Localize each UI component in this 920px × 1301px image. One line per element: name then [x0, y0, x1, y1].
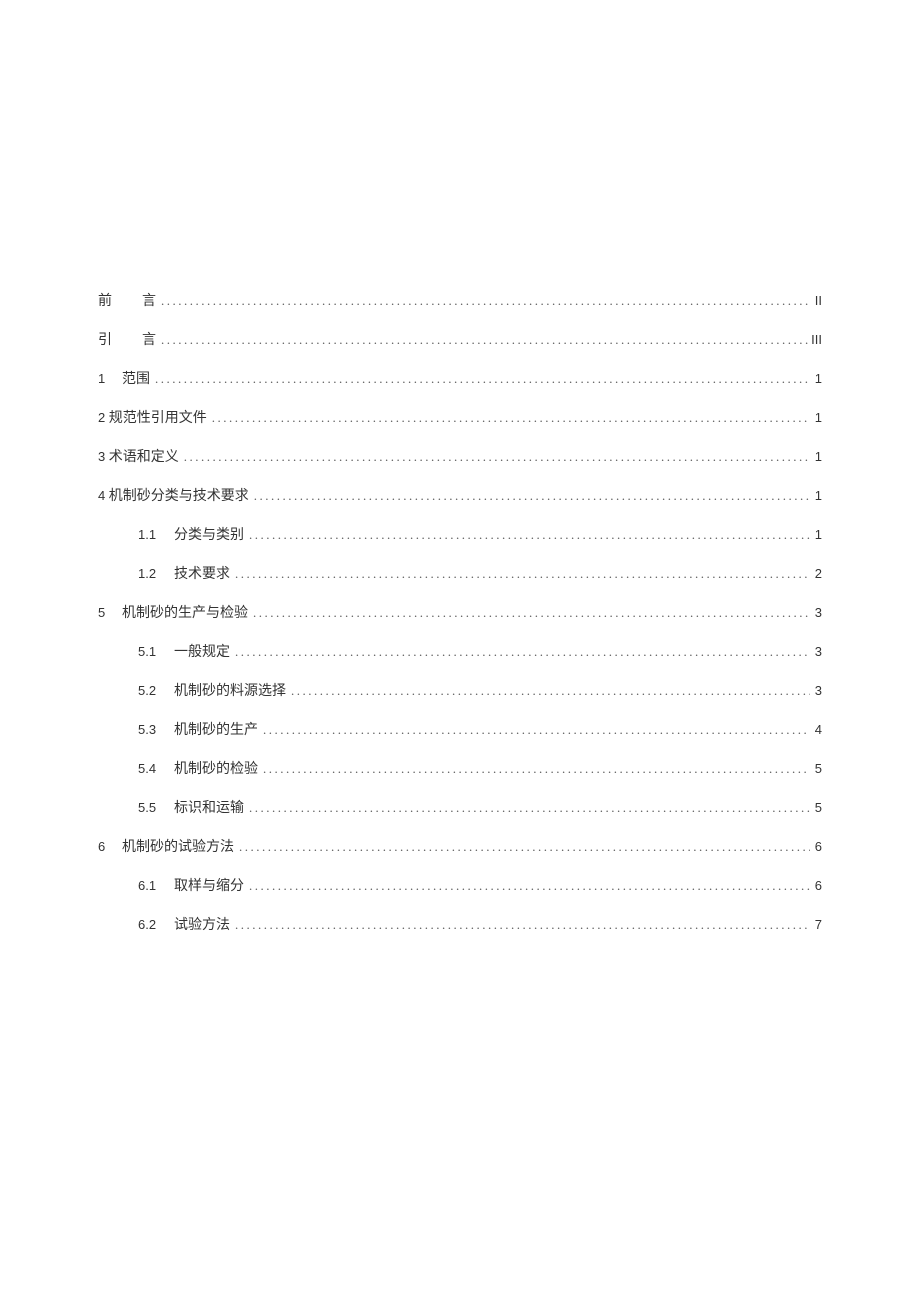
- toc-entry-title: 3 术语和定义: [98, 446, 179, 466]
- toc-leader-dots: [286, 683, 810, 699]
- toc-leader-dots: [150, 371, 810, 387]
- toc-entry-num: 5.3: [138, 722, 174, 737]
- toc-page-num: 1: [810, 410, 822, 425]
- toc-leader-dots: [258, 722, 810, 738]
- toc-entry-title-text: 机制砂分类与技术要求: [109, 489, 249, 504]
- toc-page-num: 3: [810, 644, 822, 659]
- toc-page-num: II: [810, 293, 822, 308]
- toc-leader-dots: [249, 488, 810, 504]
- toc-page-num: 1: [810, 449, 822, 464]
- toc-entry-num: 5.4: [138, 761, 174, 776]
- toc-entry-num: 5.2: [138, 683, 174, 698]
- toc-entry: 5 机制砂的生产与检验 3: [98, 602, 822, 622]
- toc-entry: 6.1 取样与缩分 6: [98, 875, 822, 895]
- toc-leader-dots: [244, 527, 810, 543]
- toc-entry-num: 5: [98, 605, 122, 620]
- toc-entry-title: 言: [142, 329, 156, 349]
- toc-page-num: 1: [810, 371, 822, 386]
- toc-entry: 4 机制砂分类与技术要求 1: [98, 485, 822, 505]
- toc-entry: 5.3 机制砂的生产 4: [98, 719, 822, 739]
- toc-leader-dots: [207, 410, 810, 426]
- toc-entry-title: 4 机制砂分类与技术要求: [98, 485, 249, 505]
- toc-entry-title: 2 规范性引用文件: [98, 407, 207, 427]
- toc-entry-title: 范围: [122, 368, 150, 388]
- toc-entry-title: 机制砂的检验: [174, 758, 258, 778]
- toc-entry: 5.2 机制砂的料源选择 3: [98, 680, 822, 700]
- toc-page-num: 2: [810, 566, 822, 581]
- toc-leader-dots: [248, 605, 810, 621]
- toc-entry-title-text: 术语和定义: [109, 450, 179, 465]
- toc-entry-num: 3: [98, 449, 105, 464]
- toc-entry-title: 标识和运输: [174, 797, 244, 817]
- toc-entry: 6 机制砂的试验方法 6: [98, 836, 822, 856]
- toc-leader-dots: [244, 800, 810, 816]
- toc-page-num: 6: [810, 839, 822, 854]
- toc-entry: 5.1 一般规定 3: [98, 641, 822, 661]
- toc-entry-title: 机制砂的试验方法: [122, 836, 234, 856]
- toc-page-num: 5: [810, 800, 822, 815]
- toc-page-num: 3: [810, 605, 822, 620]
- toc-leader-dots: [258, 761, 810, 777]
- toc-leader-dots: [156, 293, 810, 309]
- toc-page-num: 6: [810, 878, 822, 893]
- toc-entry: 5.5 标识和运输 5: [98, 797, 822, 817]
- toc-entry-num: 5.5: [138, 800, 174, 815]
- toc-entry-title: 分类与类别: [174, 524, 244, 544]
- toc-entry-num: 前: [98, 290, 142, 310]
- toc-leader-dots: [156, 332, 810, 348]
- toc-entry: 5.4 机制砂的检验 5: [98, 758, 822, 778]
- toc-leader-dots: [234, 839, 810, 855]
- toc-entry: 1 范围 1: [98, 368, 822, 388]
- toc-entry-title: 机制砂的生产与检验: [122, 602, 248, 622]
- toc-leader-dots: [230, 917, 810, 933]
- toc-entry-num: 2: [98, 410, 105, 425]
- toc-entry-num: 6.2: [138, 917, 174, 932]
- toc-entry-title: 一般规定: [174, 641, 230, 661]
- toc-entry: 引 言 III: [98, 329, 822, 349]
- toc-entry-num: 1.1: [138, 527, 174, 542]
- toc-entry-num: 1: [98, 371, 122, 386]
- toc-entry-num: 引: [98, 329, 142, 349]
- toc-leader-dots: [179, 449, 810, 465]
- toc-entry: 2 规范性引用文件 1: [98, 407, 822, 427]
- toc-entry-title: 言: [142, 290, 156, 310]
- toc-leader-dots: [230, 644, 810, 660]
- toc-entry: 1.2 技术要求 2: [98, 563, 822, 583]
- toc-entry: 6.2 试验方法 7: [98, 914, 822, 934]
- toc-page-num: 1: [810, 488, 822, 503]
- table-of-contents: 前 言 II 引 言 III 1 范围 1 2 规范性引用文件 1 3 术语和定…: [98, 290, 822, 934]
- toc-entry-num: 1.2: [138, 566, 174, 581]
- toc-entry-title: 试验方法: [174, 914, 230, 934]
- toc-entry-title: 机制砂的生产: [174, 719, 258, 739]
- toc-page-num: III: [810, 332, 822, 347]
- toc-entry-title: 机制砂的料源选择: [174, 680, 286, 700]
- toc-entry-num: 5.1: [138, 644, 174, 659]
- toc-entry: 前 言 II: [98, 290, 822, 310]
- toc-page-num: 3: [810, 683, 822, 698]
- toc-leader-dots: [244, 878, 810, 894]
- toc-entry-num: 6.1: [138, 878, 174, 893]
- toc-leader-dots: [230, 566, 810, 582]
- toc-page-num: 5: [810, 761, 822, 776]
- toc-entry-title: 取样与缩分: [174, 875, 244, 895]
- toc-entry-num: 4: [98, 488, 105, 503]
- toc-entry-num: 6: [98, 839, 122, 854]
- toc-entry-title: 技术要求: [174, 563, 230, 583]
- toc-entry: 1.1 分类与类别 1: [98, 524, 822, 544]
- toc-entry-title-text: 规范性引用文件: [109, 411, 207, 426]
- toc-entry: 3 术语和定义 1: [98, 446, 822, 466]
- toc-page-num: 7: [810, 917, 822, 932]
- toc-page-num: 1: [810, 527, 822, 542]
- toc-page-num: 4: [810, 722, 822, 737]
